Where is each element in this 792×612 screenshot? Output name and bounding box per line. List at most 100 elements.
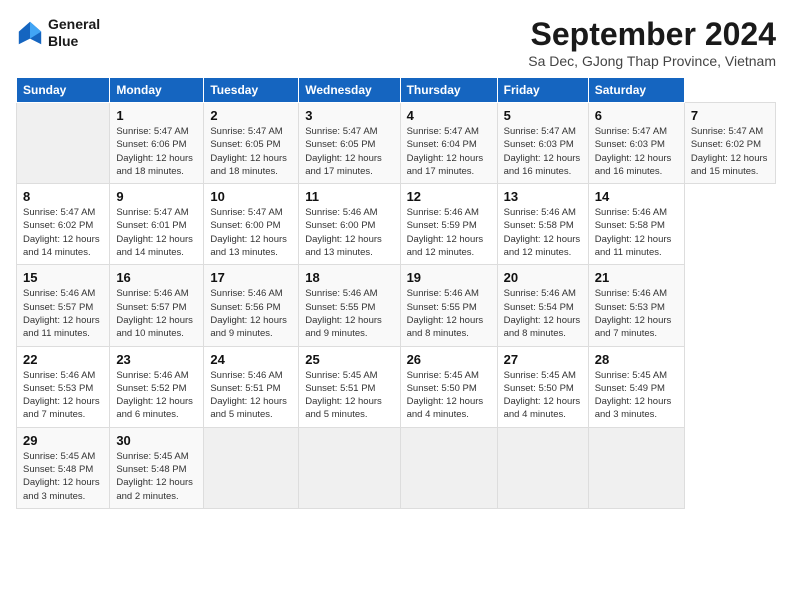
table-row — [204, 427, 299, 508]
day-number: 7 — [691, 108, 769, 123]
day-info: Sunrise: 5:46 AMSunset: 5:53 PMDaylight:… — [595, 288, 672, 339]
table-row: 2 Sunrise: 5:47 AMSunset: 6:05 PMDayligh… — [204, 103, 299, 184]
table-row: 4 Sunrise: 5:47 AMSunset: 6:04 PMDayligh… — [400, 103, 497, 184]
day-number: 4 — [407, 108, 491, 123]
table-row — [299, 427, 400, 508]
day-number: 19 — [407, 270, 491, 285]
day-info: Sunrise: 5:47 AMSunset: 6:05 PMDaylight:… — [305, 126, 382, 177]
day-number: 27 — [504, 352, 582, 367]
day-info: Sunrise: 5:47 AMSunset: 6:00 PMDaylight:… — [210, 207, 287, 258]
table-row: 3 Sunrise: 5:47 AMSunset: 6:05 PMDayligh… — [299, 103, 400, 184]
table-row: 23 Sunrise: 5:46 AMSunset: 5:52 PMDaylig… — [110, 346, 204, 427]
day-info: Sunrise: 5:47 AMSunset: 6:02 PMDaylight:… — [691, 126, 768, 177]
day-number: 5 — [504, 108, 582, 123]
day-info: Sunrise: 5:46 AMSunset: 5:51 PMDaylight:… — [210, 370, 287, 421]
day-number: 10 — [210, 189, 292, 204]
table-row — [497, 427, 588, 508]
day-number: 13 — [504, 189, 582, 204]
col-header-sunday: Sunday — [17, 78, 110, 103]
day-info: Sunrise: 5:46 AMSunset: 5:55 PMDaylight:… — [407, 288, 484, 339]
day-info: Sunrise: 5:47 AMSunset: 6:02 PMDaylight:… — [23, 207, 100, 258]
day-info: Sunrise: 5:47 AMSunset: 6:04 PMDaylight:… — [407, 126, 484, 177]
table-row: 20 Sunrise: 5:46 AMSunset: 5:54 PMDaylig… — [497, 265, 588, 346]
day-number: 22 — [23, 352, 103, 367]
day-info: Sunrise: 5:46 AMSunset: 5:55 PMDaylight:… — [305, 288, 382, 339]
day-info: Sunrise: 5:45 AMSunset: 5:50 PMDaylight:… — [504, 370, 581, 421]
table-row: 28 Sunrise: 5:45 AMSunset: 5:49 PMDaylig… — [588, 346, 684, 427]
table-row: 30 Sunrise: 5:45 AMSunset: 5:48 PMDaylig… — [110, 427, 204, 508]
day-number: 26 — [407, 352, 491, 367]
table-row: 22 Sunrise: 5:46 AMSunset: 5:53 PMDaylig… — [17, 346, 110, 427]
calendar-week-1: 1 Sunrise: 5:47 AMSunset: 6:06 PMDayligh… — [17, 103, 776, 184]
table-row: 19 Sunrise: 5:46 AMSunset: 5:55 PMDaylig… — [400, 265, 497, 346]
col-header-monday: Monday — [110, 78, 204, 103]
day-info: Sunrise: 5:45 AMSunset: 5:48 PMDaylight:… — [116, 451, 193, 502]
logo-text: GeneralBlue — [48, 16, 100, 50]
table-row: 10 Sunrise: 5:47 AMSunset: 6:00 PMDaylig… — [204, 184, 299, 265]
calendar-week-4: 22 Sunrise: 5:46 AMSunset: 5:53 PMDaylig… — [17, 346, 776, 427]
table-row: 1 Sunrise: 5:47 AMSunset: 6:06 PMDayligh… — [110, 103, 204, 184]
col-header-friday: Friday — [497, 78, 588, 103]
day-info: Sunrise: 5:46 AMSunset: 5:58 PMDaylight:… — [504, 207, 581, 258]
table-row: 8 Sunrise: 5:47 AMSunset: 6:02 PMDayligh… — [17, 184, 110, 265]
table-row: 9 Sunrise: 5:47 AMSunset: 6:01 PMDayligh… — [110, 184, 204, 265]
day-number: 16 — [116, 270, 197, 285]
day-number: 18 — [305, 270, 393, 285]
table-row: 16 Sunrise: 5:46 AMSunset: 5:57 PMDaylig… — [110, 265, 204, 346]
col-header-thursday: Thursday — [400, 78, 497, 103]
day-info: Sunrise: 5:46 AMSunset: 5:57 PMDaylight:… — [23, 288, 100, 339]
day-number: 11 — [305, 189, 393, 204]
table-row: 17 Sunrise: 5:46 AMSunset: 5:56 PMDaylig… — [204, 265, 299, 346]
day-info: Sunrise: 5:45 AMSunset: 5:50 PMDaylight:… — [407, 370, 484, 421]
day-number: 21 — [595, 270, 678, 285]
day-info: Sunrise: 5:46 AMSunset: 5:54 PMDaylight:… — [504, 288, 581, 339]
day-info: Sunrise: 5:47 AMSunset: 6:06 PMDaylight:… — [116, 126, 193, 177]
day-number: 24 — [210, 352, 292, 367]
table-row: 7 Sunrise: 5:47 AMSunset: 6:02 PMDayligh… — [684, 103, 775, 184]
day-info: Sunrise: 5:46 AMSunset: 5:59 PMDaylight:… — [407, 207, 484, 258]
empty-cell — [17, 103, 110, 184]
table-row: 14 Sunrise: 5:46 AMSunset: 5:58 PMDaylig… — [588, 184, 684, 265]
day-info: Sunrise: 5:46 AMSunset: 5:53 PMDaylight:… — [23, 370, 100, 421]
day-number: 17 — [210, 270, 292, 285]
table-row: 15 Sunrise: 5:46 AMSunset: 5:57 PMDaylig… — [17, 265, 110, 346]
logo: GeneralBlue — [16, 16, 100, 50]
day-number: 30 — [116, 433, 197, 448]
day-info: Sunrise: 5:46 AMSunset: 6:00 PMDaylight:… — [305, 207, 382, 258]
day-number: 3 — [305, 108, 393, 123]
day-number: 14 — [595, 189, 678, 204]
table-row: 27 Sunrise: 5:45 AMSunset: 5:50 PMDaylig… — [497, 346, 588, 427]
calendar-week-5: 29 Sunrise: 5:45 AMSunset: 5:48 PMDaylig… — [17, 427, 776, 508]
day-number: 1 — [116, 108, 197, 123]
day-number: 2 — [210, 108, 292, 123]
table-row: 26 Sunrise: 5:45 AMSunset: 5:50 PMDaylig… — [400, 346, 497, 427]
day-info: Sunrise: 5:46 AMSunset: 5:52 PMDaylight:… — [116, 370, 193, 421]
table-row: 13 Sunrise: 5:46 AMSunset: 5:58 PMDaylig… — [497, 184, 588, 265]
day-number: 29 — [23, 433, 103, 448]
day-info: Sunrise: 5:45 AMSunset: 5:51 PMDaylight:… — [305, 370, 382, 421]
table-row: 29 Sunrise: 5:45 AMSunset: 5:48 PMDaylig… — [17, 427, 110, 508]
day-info: Sunrise: 5:45 AMSunset: 5:49 PMDaylight:… — [595, 370, 672, 421]
calendar-week-3: 15 Sunrise: 5:46 AMSunset: 5:57 PMDaylig… — [17, 265, 776, 346]
table-row: 24 Sunrise: 5:46 AMSunset: 5:51 PMDaylig… — [204, 346, 299, 427]
col-header-saturday: Saturday — [588, 78, 684, 103]
table-row: 25 Sunrise: 5:45 AMSunset: 5:51 PMDaylig… — [299, 346, 400, 427]
day-number: 23 — [116, 352, 197, 367]
day-number: 12 — [407, 189, 491, 204]
day-number: 6 — [595, 108, 678, 123]
day-number: 20 — [504, 270, 582, 285]
col-header-wednesday: Wednesday — [299, 78, 400, 103]
title-area: September 2024 Sa Dec, GJong Thap Provin… — [528, 16, 776, 69]
day-number: 9 — [116, 189, 197, 204]
calendar-week-2: 8 Sunrise: 5:47 AMSunset: 6:02 PMDayligh… — [17, 184, 776, 265]
table-row: 18 Sunrise: 5:46 AMSunset: 5:55 PMDaylig… — [299, 265, 400, 346]
table-row: 21 Sunrise: 5:46 AMSunset: 5:53 PMDaylig… — [588, 265, 684, 346]
table-row — [400, 427, 497, 508]
table-row: 11 Sunrise: 5:46 AMSunset: 6:00 PMDaylig… — [299, 184, 400, 265]
day-info: Sunrise: 5:46 AMSunset: 5:56 PMDaylight:… — [210, 288, 287, 339]
day-info: Sunrise: 5:47 AMSunset: 6:05 PMDaylight:… — [210, 126, 287, 177]
col-header-tuesday: Tuesday — [204, 78, 299, 103]
day-info: Sunrise: 5:47 AMSunset: 6:03 PMDaylight:… — [595, 126, 672, 177]
day-info: Sunrise: 5:46 AMSunset: 5:58 PMDaylight:… — [595, 207, 672, 258]
table-row: 6 Sunrise: 5:47 AMSunset: 6:03 PMDayligh… — [588, 103, 684, 184]
